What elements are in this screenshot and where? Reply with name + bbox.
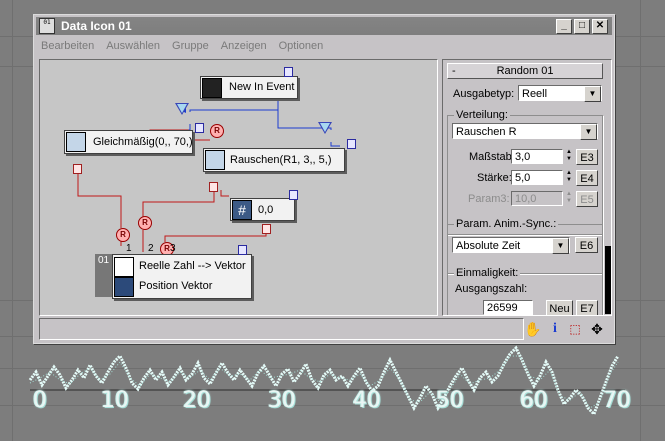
axis-tick-label: 60	[520, 388, 548, 413]
status-bar	[39, 318, 524, 340]
menu-item-optionen[interactable]: Optionen	[279, 40, 324, 52]
maximize-button[interactable]: □	[574, 19, 590, 34]
staerke-spinner[interactable]: 5,0	[511, 170, 563, 185]
move-icon[interactable]: ✥	[588, 320, 606, 338]
sync-dropdown[interactable]: Absolute Zeit ▼	[452, 237, 570, 254]
e4-button[interactable]: E4	[576, 170, 598, 186]
event-router-icon[interactable]	[175, 103, 189, 115]
node-new-in-event[interactable]: New In Event	[200, 76, 298, 99]
port-number: 3	[170, 243, 176, 254]
dropdown-value: Reell	[522, 88, 548, 100]
node-gleichmaessig[interactable]: Gleichmäßig(0,, 70,)	[64, 130, 193, 154]
close-button[interactable]: ✕	[592, 19, 608, 34]
position-icon	[114, 277, 134, 297]
node-label: Rauschen(R1, 3,, 5,)	[230, 154, 332, 166]
group-title: Param. Anim.-Sync.:	[454, 218, 559, 230]
dropdown-value: Absolute Zeit	[456, 240, 521, 252]
event-icon	[202, 78, 222, 98]
node-id-tab: 01	[95, 254, 112, 297]
axis-tick-label: 0	[33, 388, 47, 413]
event-router-icon[interactable]	[318, 122, 332, 134]
input-port[interactable]	[289, 190, 298, 200]
ausgangszahl-label: Ausgangszahl:	[455, 283, 528, 295]
param3-label: Param3:	[468, 193, 510, 205]
app-icon: 01	[39, 18, 55, 34]
spinner-arrows-icon: ▲ ▼	[566, 191, 572, 204]
r-connector[interactable]: R	[138, 216, 152, 230]
dice-icon	[205, 150, 225, 170]
verteilung-dropdown[interactable]: Rauschen R ▼	[452, 123, 598, 140]
node-label: Position Vektor	[139, 280, 213, 292]
chevron-down-icon: ▼	[552, 238, 569, 254]
massstab-spinner[interactable]: 3,0	[511, 149, 563, 164]
ausgangszahl-field[interactable]: 26599	[483, 300, 533, 315]
rollout-random-header[interactable]: - Random 01	[447, 63, 603, 79]
ausgabetyp-dropdown[interactable]: Reell ▼	[518, 85, 602, 102]
dropdown-value: Rauschen R	[456, 126, 517, 138]
staerke-label: Stärke:	[477, 172, 512, 184]
input-port[interactable]	[347, 139, 356, 149]
window-title: Data Icon 01	[61, 19, 132, 33]
node-vector-convert[interactable]: Reelle Zahl --> Vektor Position Vektor	[112, 254, 252, 299]
group-title: Verteilung:	[454, 109, 510, 121]
output-port[interactable]	[73, 164, 82, 174]
rollout-title: Random 01	[496, 65, 554, 77]
axis-tick-label: 70	[603, 388, 631, 413]
param3-spinner: 10,0	[511, 191, 563, 206]
e5-button: E5	[576, 191, 598, 207]
group-title: Einmaligkeit:	[454, 267, 521, 279]
chevron-down-icon: ▼	[580, 124, 597, 140]
output-port[interactable]	[262, 224, 271, 234]
dice-icon	[66, 132, 86, 152]
output-port[interactable]	[284, 67, 293, 77]
collapse-icon: -	[452, 65, 456, 77]
hand-icon[interactable]: ✋	[524, 320, 542, 338]
hash-icon: #	[232, 200, 252, 220]
data-icon-window[interactable]: 01 Data Icon 01 _ □ ✕ Bearbeiten Auswähl…	[33, 14, 615, 344]
menu-item-auswaehlen[interactable]: Auswählen	[106, 40, 160, 52]
output-port[interactable]	[209, 182, 218, 192]
axis-tick-label: 20	[183, 388, 211, 413]
menu-item-bearbeiten[interactable]: Bearbeiten	[41, 40, 94, 52]
node-label: 0,0	[258, 204, 274, 216]
axis-tick-label: 50	[436, 388, 464, 413]
node-label: Reelle Zahl --> Vektor	[139, 260, 246, 272]
parameter-panel: - Random 01 Ausgabetyp: Reell ▼ Verteilu…	[442, 59, 612, 316]
input-port[interactable]	[195, 123, 204, 133]
select-region-icon[interactable]: ⬚	[566, 320, 584, 338]
e3-button[interactable]: E3	[576, 149, 598, 165]
spinner-arrows-icon[interactable]: ▲ ▼	[565, 149, 573, 164]
scroll-thumb[interactable]	[605, 246, 611, 314]
axis-tick-label: 30	[268, 388, 296, 413]
node-label: New In Event	[229, 81, 295, 93]
convert-icon	[114, 257, 134, 277]
info-icon[interactable]: i	[546, 320, 564, 338]
minimize-button[interactable]: _	[556, 19, 572, 34]
e6-button[interactable]: E6	[575, 237, 598, 253]
axis-tick-label: 10	[101, 388, 129, 413]
r-connector[interactable]: R	[210, 124, 224, 138]
r-connector[interactable]: R	[116, 228, 130, 242]
menu-item-anzeigen[interactable]: Anzeigen	[221, 40, 267, 52]
title-bar[interactable]: 01 Data Icon 01 _ □ ✕	[36, 17, 612, 35]
e7-button[interactable]: E7	[576, 300, 598, 315]
node-label: Gleichmäßig(0,, 70,)	[93, 136, 193, 148]
schematic-graph[interactable]: New In Event Gleichmäßig(0,, 70,) R Raus…	[39, 59, 438, 316]
node-constant[interactable]: # 0,0	[230, 198, 295, 221]
ausgabetyp-label: Ausgabetyp:	[453, 88, 515, 100]
panel-scrollbar[interactable]	[605, 60, 611, 315]
node-rauschen[interactable]: Rauschen(R1, 3,, 5,)	[203, 148, 345, 172]
chevron-down-icon: ▼	[584, 86, 601, 102]
massstab-label: Maßstab:	[469, 151, 515, 163]
input-port[interactable]	[238, 245, 247, 255]
port-number: 1	[126, 243, 132, 254]
port-number: 2	[148, 243, 154, 254]
new-seed-button[interactable]: Neu	[546, 300, 573, 315]
axis-tick-label: 40	[353, 388, 381, 413]
menu-item-gruppe[interactable]: Gruppe	[172, 40, 209, 52]
menu-bar: Bearbeiten Auswählen Gruppe Anzeigen Opt…	[41, 40, 323, 52]
spinner-arrows-icon[interactable]: ▲ ▼	[565, 170, 573, 185]
